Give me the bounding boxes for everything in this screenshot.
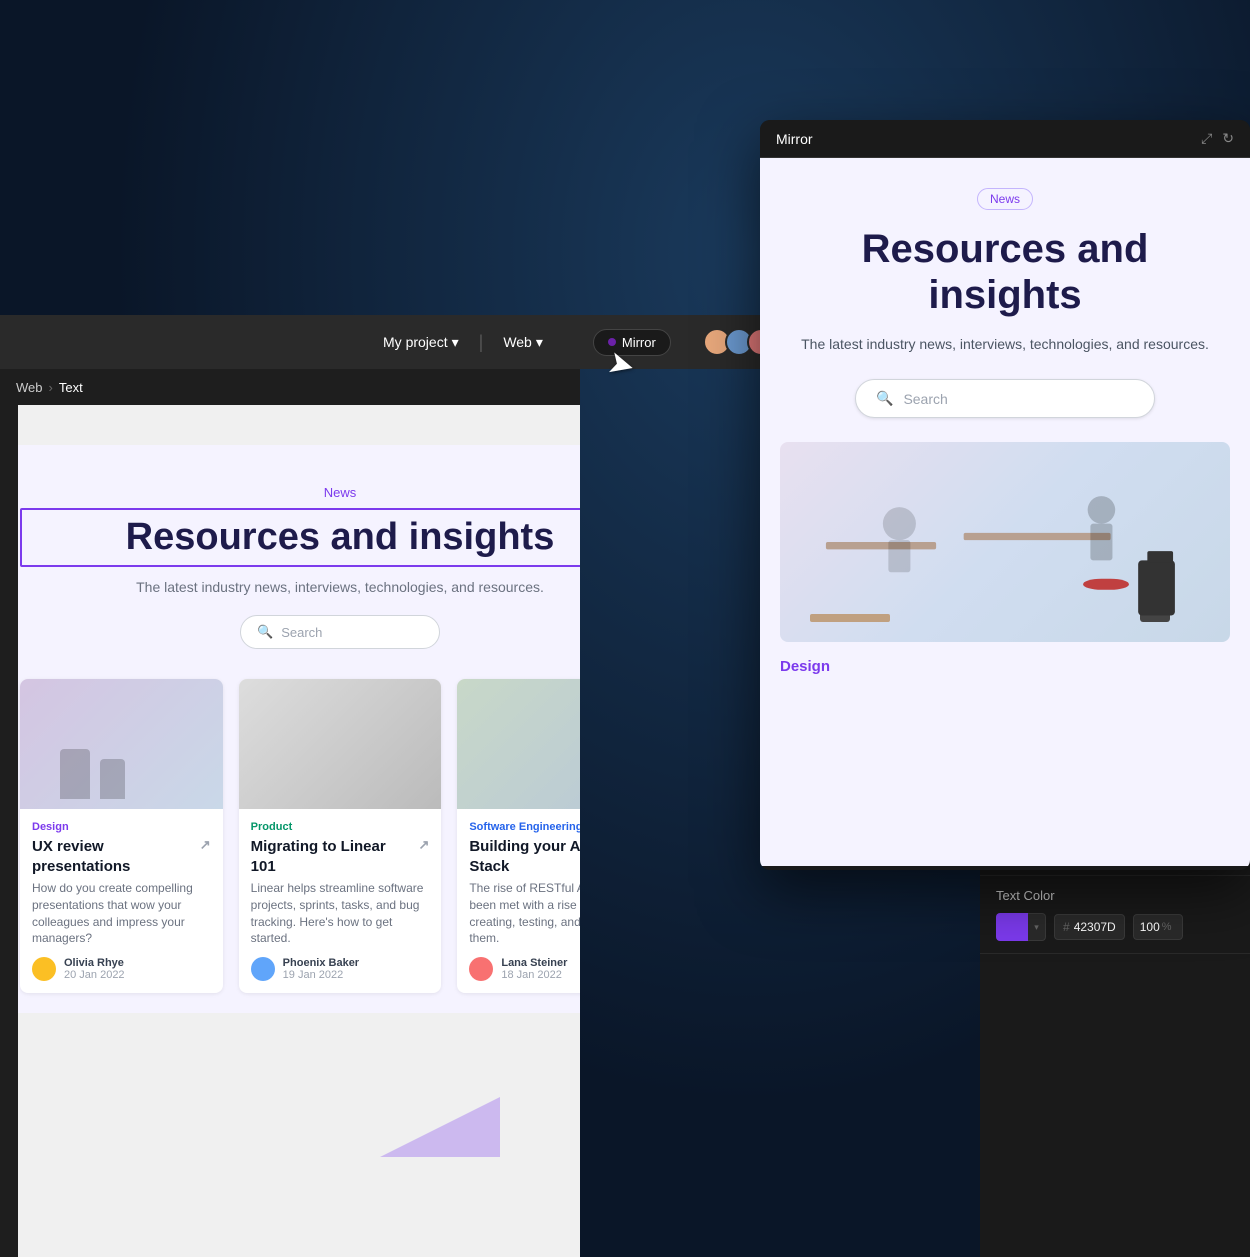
canvas-search-placeholder: Search bbox=[281, 625, 322, 640]
card-2-image bbox=[239, 679, 442, 809]
card-2-body: Product Migrating to Linear 101 ↗ Linear… bbox=[239, 809, 442, 993]
mirror-refresh-icon[interactable]: ↻ bbox=[1222, 130, 1234, 147]
opacity-symbol: % bbox=[1162, 921, 1172, 933]
color-row: ▾ # 42307D 100 % bbox=[996, 913, 1234, 941]
color-swatch-chevron[interactable]: ▾ bbox=[1028, 913, 1046, 941]
color-swatch[interactable] bbox=[996, 913, 1028, 941]
mirror-window: Mirror ⤢ ↻ News Resources and insights T… bbox=[760, 120, 1250, 870]
card-2-author-info: Phoenix Baker 19 Jan 2022 bbox=[283, 957, 359, 981]
card-2-title-text: Migrating to Linear 101 bbox=[251, 837, 415, 876]
project-chevron: ▾ bbox=[452, 334, 459, 351]
canvas-search-bar[interactable]: 🔍 Search bbox=[240, 615, 440, 649]
breadcrumb-sep1: › bbox=[49, 380, 53, 395]
ruler-left bbox=[0, 405, 18, 1257]
mirror-search-placeholder: Search bbox=[903, 391, 947, 407]
card-3: Software Engineering Building your API S… bbox=[457, 679, 580, 993]
breadcrumb-root[interactable]: Web bbox=[16, 380, 43, 395]
card-1-author-info: Olivia Rhye 20 Jan 2022 bbox=[64, 957, 125, 981]
canvas-area: News Resources and insights The latest i… bbox=[0, 405, 580, 1257]
canvas-headline[interactable]: Resources and insights bbox=[126, 516, 555, 558]
card-3-image bbox=[457, 679, 580, 809]
mirror-office-image bbox=[780, 442, 1230, 642]
card-1-author-name: Olivia Rhye bbox=[64, 957, 125, 969]
color-hex-value: 42307D bbox=[1074, 920, 1116, 934]
card-3-author: Lana Steiner 18 Jan 2022 bbox=[469, 957, 580, 981]
decorative-shape bbox=[380, 1097, 500, 1157]
canvas-content: News Resources and insights The latest i… bbox=[0, 445, 580, 1013]
search-icon: 🔍 bbox=[257, 624, 273, 640]
mirror-subtext: The latest industry news, interviews, te… bbox=[780, 334, 1230, 355]
card-2-arrow-icon: ↗ bbox=[418, 837, 429, 853]
mirror-resize-icon[interactable]: ⤢ bbox=[1201, 130, 1212, 147]
card-1: Design UX review presentations ↗ How do … bbox=[20, 679, 223, 993]
card-1-arrow-icon: ↗ bbox=[200, 837, 211, 853]
card-1-title: UX review presentations ↗ bbox=[32, 837, 211, 876]
mirror-headline: Resources and insights bbox=[780, 226, 1230, 318]
cards-row: Design UX review presentations ↗ How do … bbox=[20, 679, 580, 993]
card-3-title: Building your API Stack ↗ bbox=[469, 837, 580, 876]
card-3-category: Software Engineering bbox=[469, 821, 580, 833]
mirror-inner: News Resources and insights The latest i… bbox=[760, 158, 1250, 705]
card-1-title-text: UX review presentations bbox=[32, 837, 196, 876]
card-2-author-name: Phoenix Baker bbox=[283, 957, 359, 969]
nav-divider: | bbox=[479, 332, 484, 353]
mirror-controls: ⤢ ↻ bbox=[1201, 130, 1234, 147]
project-selector[interactable]: My project ▾ bbox=[383, 334, 459, 351]
web-chevron: ▾ bbox=[536, 334, 543, 351]
mirror-news-label: News bbox=[977, 188, 1033, 210]
card-3-title-text: Building your API Stack bbox=[469, 837, 580, 876]
mirror-content: News Resources and insights The latest i… bbox=[760, 158, 1250, 866]
hash-symbol: # bbox=[1063, 920, 1070, 934]
card-1-desc: How do you create compelling presentatio… bbox=[32, 880, 211, 947]
card-2-desc: Linear helps streamline software project… bbox=[251, 880, 430, 947]
card-3-body: Software Engineering Building your API S… bbox=[457, 809, 580, 993]
color-swatch-wrapper: ▾ bbox=[996, 913, 1046, 941]
card-3-desc: The rise of RESTful APIs has been met wi… bbox=[469, 880, 580, 947]
headline-selected-wrapper[interactable]: Resources and insights bbox=[20, 508, 580, 567]
web-selector[interactable]: Web ▾ bbox=[503, 334, 543, 351]
web-label: Web bbox=[503, 334, 532, 350]
breadcrumb: Web › Text bbox=[0, 369, 580, 405]
card-2-date: 19 Jan 2022 bbox=[283, 969, 359, 981]
card-1-author: Olivia Rhye 20 Jan 2022 bbox=[32, 957, 211, 981]
mirror-search-bar[interactable]: 🔍 Search bbox=[855, 379, 1155, 418]
mirror-titlebar: Mirror ⤢ ↻ bbox=[760, 120, 1250, 158]
opacity-value: 100 bbox=[1140, 920, 1160, 934]
text-color-label: Text Color bbox=[996, 888, 1234, 903]
card-2-title: Migrating to Linear 101 ↗ bbox=[251, 837, 430, 876]
card-2-category: Product bbox=[251, 821, 430, 833]
mirror-headline-line1: Resources and bbox=[862, 227, 1149, 271]
card-3-author-name: Lana Steiner bbox=[501, 957, 567, 969]
card-2-author: Phoenix Baker 19 Jan 2022 bbox=[251, 957, 430, 981]
canvas-news-label: News bbox=[20, 485, 580, 500]
color-hex-field[interactable]: # 42307D bbox=[1054, 914, 1125, 940]
mirror-design-link[interactable]: Design bbox=[780, 658, 1230, 675]
card-2-avatar bbox=[251, 957, 275, 981]
card-1-date: 20 Jan 2022 bbox=[64, 969, 125, 981]
project-name: My project bbox=[383, 334, 448, 350]
mirror-search-icon: 🔍 bbox=[876, 390, 893, 407]
opacity-field[interactable]: 100 % bbox=[1133, 914, 1183, 940]
breadcrumb-child: Text bbox=[59, 380, 83, 395]
card-1-category: Design bbox=[32, 821, 211, 833]
canvas-subtext: The latest industry news, interviews, te… bbox=[20, 579, 580, 595]
card-3-author-info: Lana Steiner 18 Jan 2022 bbox=[501, 957, 567, 981]
text-color-section: Text Color ▾ # 42307D 100 % bbox=[980, 876, 1250, 954]
card-3-avatar bbox=[469, 957, 493, 981]
card-1-body: Design UX review presentations ↗ How do … bbox=[20, 809, 223, 993]
mirror-headline-line2: insights bbox=[928, 273, 1081, 317]
card-3-date: 18 Jan 2022 bbox=[501, 969, 567, 981]
card-1-image bbox=[20, 679, 223, 809]
card-1-avatar bbox=[32, 957, 56, 981]
card-2: Product Migrating to Linear 101 ↗ Linear… bbox=[239, 679, 442, 993]
mirror-title: Mirror bbox=[776, 131, 813, 147]
